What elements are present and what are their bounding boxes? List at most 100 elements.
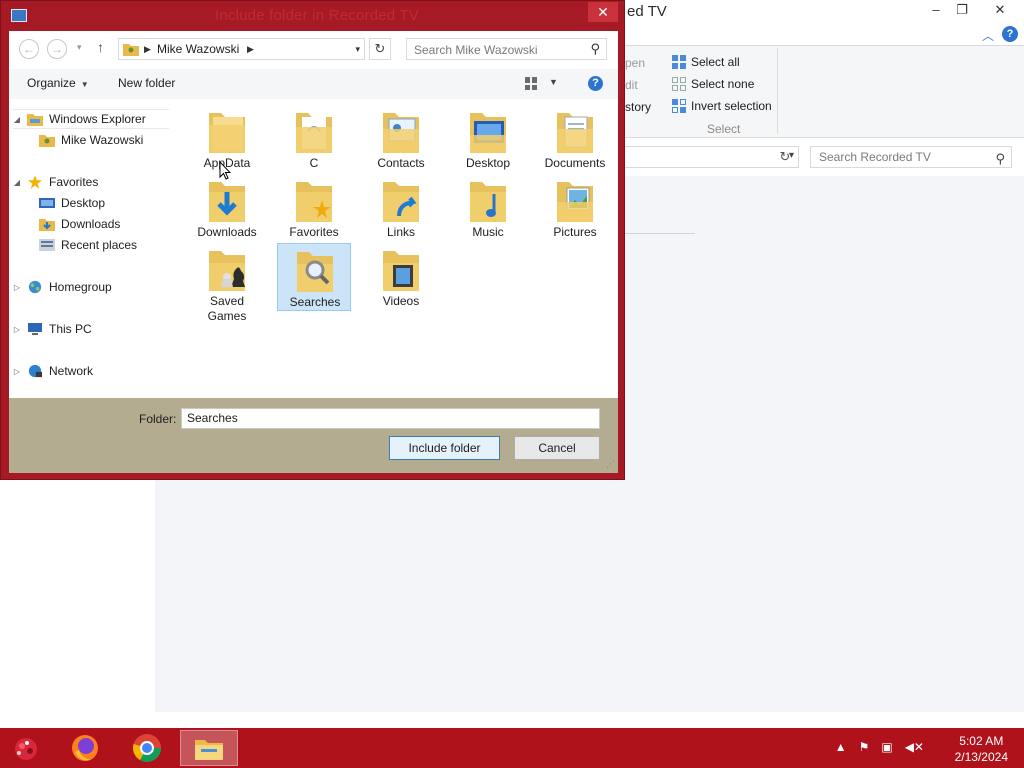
- downloads-icon: [39, 219, 55, 231]
- refresh-icon[interactable]: ↻: [774, 146, 796, 168]
- resize-grip-icon[interactable]: ⋰: [606, 459, 615, 470]
- folder-tile[interactable]: Links: [364, 174, 438, 242]
- action-center-flag-icon[interactable]: ⚑: [859, 740, 870, 754]
- invert-selection-icon: [672, 99, 686, 113]
- help-icon[interactable]: ?: [588, 76, 603, 91]
- nav-item-label: Favorites: [49, 175, 99, 189]
- restore-button[interactable]: ❐: [948, 0, 976, 22]
- nav-item-label: Desktop: [61, 196, 106, 210]
- taskbar: ▲ ⚑ ▣ ◀✕ 5:02 AM 2/13/2024: [0, 728, 1024, 768]
- cancel-button[interactable]: Cancel: [514, 436, 600, 460]
- dialog-close-button[interactable]: ✕: [588, 2, 618, 22]
- background-address-bar[interactable]: ▾: [625, 146, 799, 168]
- ribbon-separator: [777, 48, 778, 134]
- search-placeholder: Search Mike Wazowski: [414, 43, 538, 57]
- nav-item-windows-explorer[interactable]: ◢ Windows Explorer: [13, 109, 169, 129]
- show-hidden-icons-icon[interactable]: ▲: [835, 740, 847, 754]
- system-tray: ▲ ⚑ ▣ ◀✕: [835, 740, 924, 754]
- ribbon-history-button[interactable]: story: [625, 100, 651, 114]
- address-dropdown-icon[interactable]: ▾: [355, 44, 360, 55]
- view-options-chevron-icon[interactable]: ▼: [549, 77, 558, 87]
- breadcrumb-chevron-icon[interactable]: ▶: [144, 44, 151, 55]
- folder-name-field[interactable]: Searches: [181, 408, 600, 429]
- folder-tile-selected[interactable]: Searches: [277, 243, 351, 311]
- clock[interactable]: 5:02 AM 2/13/2024: [955, 733, 1008, 765]
- network-icon[interactable]: ▣: [881, 740, 892, 754]
- folder-grid: AppData C Contacts Desktop Documents Dow…: [169, 103, 618, 333]
- folder-tile[interactable]: Videos: [364, 243, 438, 311]
- saved-games-folder-icon: [209, 251, 245, 291]
- folder-tile[interactable]: Saved Games: [190, 243, 264, 327]
- mouse-cursor-icon: [219, 161, 231, 180]
- folder-tile[interactable]: Pictures: [538, 174, 612, 242]
- folder-tile[interactable]: Desktop: [451, 105, 525, 173]
- music-folder-icon: [470, 182, 506, 222]
- nav-item-network[interactable]: ▷ Network: [13, 361, 93, 381]
- ribbon-edit-button[interactable]: dit: [625, 78, 638, 92]
- collapsed-arrow-icon[interactable]: ▷: [13, 325, 21, 334]
- search-input[interactable]: Search Mike Wazowski ⚲: [406, 38, 607, 60]
- select-all-button[interactable]: Select all: [672, 53, 740, 71]
- nav-item-mike-wazowski[interactable]: Mike Wazowski: [39, 130, 143, 150]
- invert-selection-button[interactable]: Invert selection: [672, 97, 772, 115]
- nav-item-favorites[interactable]: ◢ Favorites: [13, 172, 98, 192]
- change-view-icon[interactable]: [525, 77, 538, 90]
- downloads-folder-icon: [209, 182, 245, 222]
- expanded-arrow-icon[interactable]: ◢: [13, 115, 21, 124]
- dialog-titlebar[interactable]: Include folder in Recorded TV ✕: [1, 1, 624, 31]
- search-icon: ⚲: [590, 41, 600, 56]
- folder-tile[interactable]: C: [277, 105, 351, 173]
- include-folder-button[interactable]: Include folder: [389, 436, 500, 460]
- folder-tile[interactable]: Favorites: [277, 174, 351, 242]
- nav-item-recent-places[interactable]: Recent places: [39, 235, 137, 255]
- desktop-folder-icon: [470, 113, 506, 153]
- refresh-icon[interactable]: ↻: [369, 38, 391, 60]
- minimize-button[interactable]: –: [922, 0, 950, 22]
- nav-item-homegroup[interactable]: ▷ Homegroup: [13, 277, 112, 297]
- nav-item-this-pc[interactable]: ▷ This PC: [13, 319, 92, 339]
- organize-button[interactable]: Organize ▼: [27, 76, 89, 90]
- chrome-icon: [132, 734, 161, 762]
- links-folder-icon: [383, 182, 419, 222]
- back-button[interactable]: ←: [19, 39, 39, 59]
- help-icon[interactable]: ?: [1002, 26, 1018, 42]
- close-button[interactable]: ✕: [985, 0, 1015, 22]
- up-arrow-icon[interactable]: ↑: [97, 39, 104, 55]
- chevron-down-icon: ▼: [80, 80, 89, 89]
- collapsed-arrow-icon[interactable]: ▷: [13, 283, 21, 292]
- recent-locations-chevron-icon[interactable]: ▾: [77, 42, 82, 53]
- volume-muted-icon[interactable]: ◀✕: [905, 740, 924, 754]
- select-none-label: Select none: [691, 77, 755, 91]
- select-all-icon: [672, 55, 686, 69]
- user-folder-icon: [123, 44, 139, 56]
- taskbar-firefox-button[interactable]: [56, 730, 114, 766]
- nav-item-label: Mike Wazowski: [61, 133, 144, 147]
- taskbar-chrome-button[interactable]: [118, 730, 176, 766]
- folder-tile[interactable]: Downloads: [190, 174, 264, 242]
- folder-tile[interactable]: Music: [451, 174, 525, 242]
- folder-label: Documents: [544, 156, 606, 170]
- folder-tile[interactable]: Documents: [538, 105, 612, 173]
- nav-item-downloads[interactable]: Downloads: [39, 214, 120, 234]
- collapsed-arrow-icon[interactable]: ▷: [13, 367, 21, 376]
- background-divider: [625, 233, 695, 234]
- ribbon-open-button[interactable]: pen: [625, 56, 645, 70]
- folder-tile[interactable]: Contacts: [364, 105, 438, 173]
- background-search-input[interactable]: Search Recorded TV ⚲: [810, 146, 1012, 168]
- nav-item-desktop[interactable]: Desktop: [39, 193, 105, 213]
- taskbar-file-explorer-button[interactable]: [180, 730, 238, 766]
- forward-button[interactable]: →: [47, 39, 67, 59]
- file-explorer-icon: [195, 740, 223, 760]
- breadcrumb-chevron-icon[interactable]: ▶: [247, 44, 254, 55]
- folder-label: Contacts: [377, 156, 425, 170]
- pictures-folder-icon: [557, 182, 593, 222]
- nav-item-label: Network: [49, 364, 94, 378]
- searches-folder-icon: [297, 252, 333, 292]
- new-folder-button[interactable]: New folder: [118, 76, 175, 90]
- select-none-button[interactable]: Select none: [672, 75, 754, 93]
- breadcrumb-location[interactable]: Mike Wazowski: [157, 42, 239, 56]
- expanded-arrow-icon[interactable]: ◢: [13, 178, 21, 187]
- address-bar[interactable]: ▶ Mike Wazowski ▶ ▾: [118, 38, 365, 60]
- start-button[interactable]: [6, 732, 46, 764]
- collapse-ribbon-icon[interactable]: ︿: [982, 27, 994, 44]
